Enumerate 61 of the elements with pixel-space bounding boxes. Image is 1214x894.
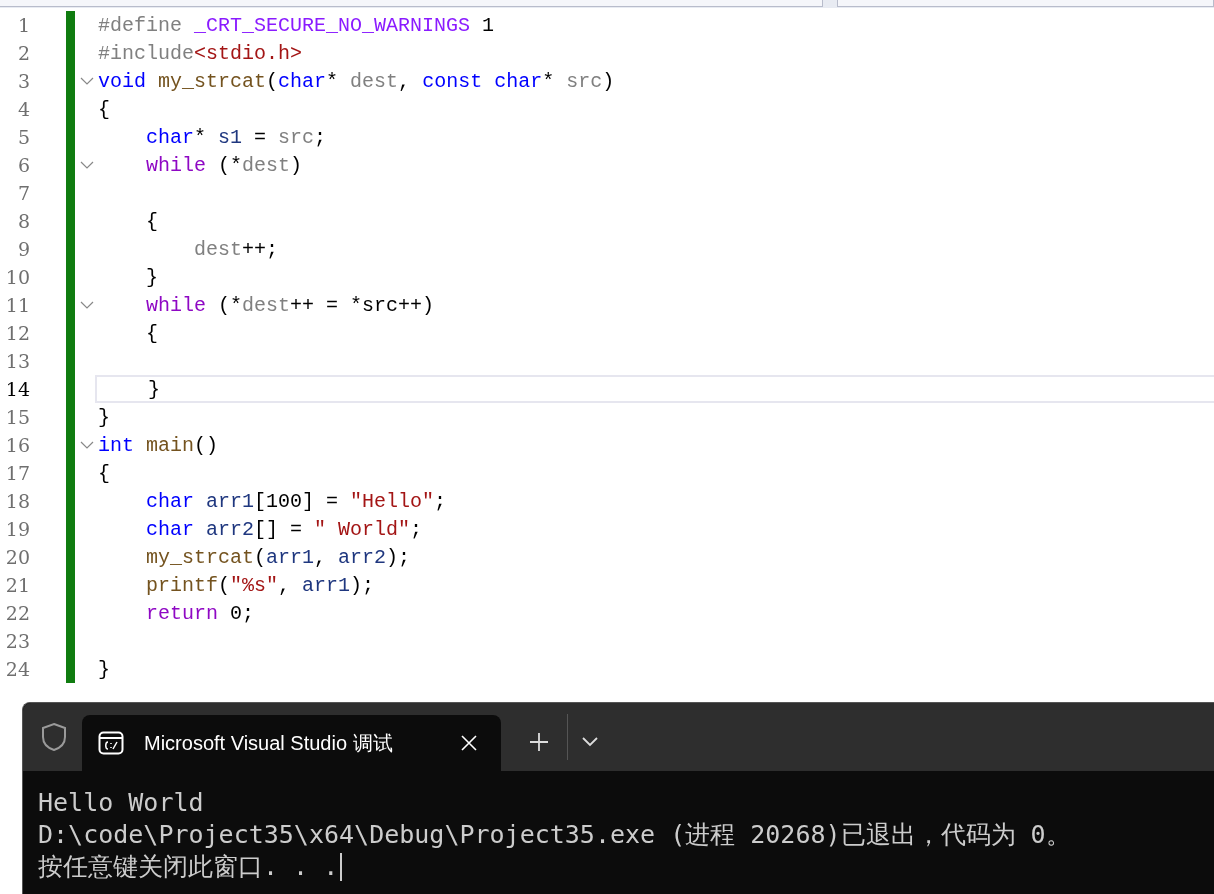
line-number: 1 — [16, 14, 30, 36]
shield-icon[interactable] — [40, 722, 68, 752]
line-number: 2 — [16, 42, 30, 64]
close-icon[interactable] — [461, 735, 477, 751]
line-number: 14 — [4, 378, 30, 400]
code-line: char arr2[] = " World"; — [145, 517, 423, 541]
text-cursor — [340, 853, 343, 881]
code-line: void my_strcat(char* dest, const char* src) — [98, 69, 615, 93]
code-line: return 0; — [145, 601, 255, 625]
console-output: Hello World — [38, 787, 204, 819]
line-number: 20 — [4, 546, 30, 568]
code-line: } — [147, 377, 160, 401]
collapse-icon[interactable] — [80, 161, 94, 169]
line-number: 3 — [16, 70, 30, 92]
code-line: dest++; — [193, 237, 279, 261]
console-icon — [98, 731, 124, 755]
console-output: D:\code\Project35\x64\Debug\Project35.exe (进程 20268)已退出，代码为 0。 — [38, 819, 1071, 851]
code-line: int main() — [98, 433, 219, 457]
line-number: 19 — [4, 518, 30, 540]
line-number: 13 — [4, 350, 30, 372]
code-line: { — [145, 209, 158, 233]
code-line: char arr1[100] = "Hello"; — [145, 489, 447, 513]
chevron-down-icon[interactable] — [582, 737, 598, 747]
line-number: 18 — [4, 490, 30, 512]
new-tab-icon[interactable] — [529, 732, 549, 752]
line-number: 24 — [4, 658, 30, 680]
code-line: } — [98, 405, 110, 429]
line-number: 9 — [16, 238, 30, 260]
code-line: } — [98, 657, 110, 681]
code-line: { — [98, 461, 110, 485]
code-line: while (*dest) — [145, 153, 303, 177]
line-number: 10 — [4, 266, 30, 288]
line-number: 4 — [16, 98, 30, 120]
collapse-icon[interactable] — [80, 441, 94, 449]
console-output: 按任意键关闭此窗口. . . — [38, 851, 339, 883]
code-line: #include<stdio.h> — [98, 41, 303, 65]
code-line: my_strcat(arr1, arr2); — [145, 545, 411, 569]
line-number: 11 — [4, 294, 30, 316]
code-line: char* s1 = src; — [145, 125, 327, 149]
code-line: { — [98, 97, 110, 121]
line-number: 8 — [16, 210, 30, 232]
terminal-tab[interactable]: Microsoft Visual Studio 调试 — [82, 715, 501, 771]
line-number: 21 — [4, 574, 30, 596]
line-number: 12 — [4, 322, 30, 344]
collapse-icon[interactable] — [80, 77, 94, 85]
line-number: 7 — [16, 182, 30, 204]
collapse-icon[interactable] — [80, 301, 94, 309]
code-line: printf("%s", arr1); — [145, 573, 375, 597]
code-line: #define _CRT_SECURE_NO_WARNINGS 1 — [98, 13, 495, 37]
line-number: 16 — [4, 434, 30, 456]
line-number: 17 — [4, 462, 30, 484]
code-line: while (*dest++ = *src++) — [145, 293, 435, 317]
code-line: { — [145, 321, 158, 345]
code-line: } — [145, 265, 158, 289]
dropdown-field[interactable] — [0, 0, 824, 7]
line-number: 22 — [4, 602, 30, 624]
line-number: 5 — [16, 126, 30, 148]
line-number: 15 — [4, 406, 30, 428]
dropdown-field[interactable] — [837, 0, 1214, 7]
line-number: 23 — [4, 630, 30, 652]
line-number: 6 — [16, 154, 30, 176]
